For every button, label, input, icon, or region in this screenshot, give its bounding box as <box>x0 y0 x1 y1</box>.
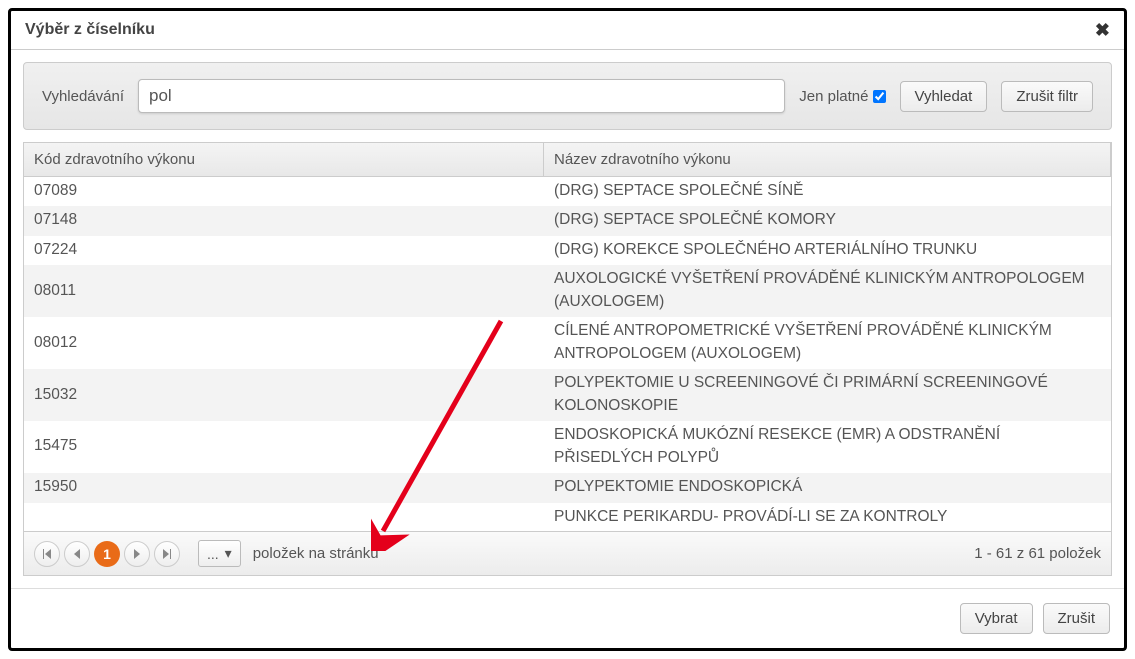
filter-panel: Vyhledávání Jen platné Vyhledat Zrušit f… <box>23 62 1112 130</box>
cell-name: AUXOLOGICKÉ VYŠETŘENÍ PROVÁDĚNÉ KLINICKÝ… <box>544 265 1111 316</box>
table-row[interactable]: 08011AUXOLOGICKÉ VYŠETŘENÍ PROVÁDĚNÉ KLI… <box>24 265 1111 317</box>
grid-body[interactable]: 07089(DRG) SEPTACE SPOLEČNÉ SÍNĚ07148(DR… <box>24 177 1111 531</box>
search-label: Vyhledávání <box>42 88 124 105</box>
table-row[interactable]: 07089(DRG) SEPTACE SPOLEČNÉ SÍNĚ <box>24 177 1111 206</box>
cell-code: 07148 <box>24 206 544 234</box>
pager-prev-icon[interactable] <box>64 541 90 567</box>
cell-code: 15475 <box>24 421 544 472</box>
cell-code <box>24 503 544 531</box>
dialog-footer: Vybrat Zrušit <box>11 588 1124 648</box>
results-grid: Kód zdravotního výkonu Název zdravotního… <box>23 142 1112 576</box>
chevron-down-icon: ▾ <box>225 545 232 562</box>
search-button[interactable]: Vyhledat <box>900 81 988 112</box>
valid-only-text: Jen platné <box>799 88 868 105</box>
dialog-body: Vyhledávání Jen platné Vyhledat Zrušit f… <box>11 50 1124 588</box>
table-row[interactable]: 08012CÍLENÉ ANTROPOMETRICKÉ VYŠETŘENÍ PR… <box>24 317 1111 369</box>
column-header-name[interactable]: Název zdravotního výkonu <box>544 143 1111 176</box>
cell-code: 08012 <box>24 317 544 368</box>
cell-code: 07224 <box>24 236 544 264</box>
cell-name: POLYPEKTOMIE ENDOSKOPICKÁ <box>544 473 1111 501</box>
pager-last-icon[interactable] <box>154 541 180 567</box>
table-row[interactable]: 07148(DRG) SEPTACE SPOLEČNÉ KOMORY <box>24 206 1111 235</box>
table-row[interactable]: PUNKCE PERIKARDU- PROVÁDÍ-LI SE ZA KONTR… <box>24 503 1111 531</box>
dialog-title: Výběr z číselníku <box>25 21 155 39</box>
cell-name: (DRG) SEPTACE SPOLEČNÉ SÍNĚ <box>544 177 1111 205</box>
table-row[interactable]: 07224(DRG) KOREKCE SPOLEČNÉHO ARTERIÁLNÍ… <box>24 236 1111 265</box>
column-header-code[interactable]: Kód zdravotního výkonu <box>24 143 544 176</box>
page-size-value: ... <box>207 546 219 562</box>
grid-pager: 1 ... ▾ položek na stránku 1 - 61 z 61 p… <box>24 531 1111 575</box>
pager-next-icon[interactable] <box>124 541 150 567</box>
cell-name: (DRG) KOREKCE SPOLEČNÉHO ARTERIÁLNÍHO TR… <box>544 236 1111 264</box>
cell-name: ENDOSKOPICKÁ MUKÓZNÍ RESEKCE (EMR) A ODS… <box>544 421 1111 472</box>
select-button[interactable]: Vybrat <box>960 603 1033 634</box>
cell-code: 15950 <box>24 473 544 501</box>
cancel-button[interactable]: Zrušit <box>1043 603 1111 634</box>
cell-name: CÍLENÉ ANTROPOMETRICKÉ VYŠETŘENÍ PROVÁDĚ… <box>544 317 1111 368</box>
cell-name: (DRG) SEPTACE SPOLEČNÉ KOMORY <box>544 206 1111 234</box>
search-input[interactable] <box>138 79 785 113</box>
clear-filter-button[interactable]: Zrušit filtr <box>1001 81 1093 112</box>
table-row[interactable]: 15950POLYPEKTOMIE ENDOSKOPICKÁ <box>24 473 1111 502</box>
cell-name: POLYPEKTOMIE U SCREENINGOVÉ ČI PRIMÁRNÍ … <box>544 369 1111 420</box>
close-icon[interactable]: ✖ <box>1095 21 1110 39</box>
cell-code: 08011 <box>24 265 544 316</box>
pager-items-label: položek na stránku <box>253 545 379 562</box>
pager-first-icon[interactable] <box>34 541 60 567</box>
cell-code: 15032 <box>24 369 544 420</box>
valid-only-checkbox[interactable] <box>873 90 886 103</box>
cell-name: PUNKCE PERIKARDU- PROVÁDÍ-LI SE ZA KONTR… <box>544 503 1111 531</box>
codebook-dialog: Výběr z číselníku ✖ Vyhledávání Jen plat… <box>8 8 1127 651</box>
valid-only-label: Jen platné <box>799 88 885 105</box>
page-size-dropdown[interactable]: ... ▾ <box>198 540 241 567</box>
dialog-header: Výběr z číselníku ✖ <box>11 11 1124 50</box>
grid-header: Kód zdravotního výkonu Název zdravotního… <box>24 143 1111 177</box>
cell-code: 07089 <box>24 177 544 205</box>
pager-info: 1 - 61 z 61 položek <box>974 545 1101 562</box>
table-row[interactable]: 15032POLYPEKTOMIE U SCREENINGOVÉ ČI PRIM… <box>24 369 1111 421</box>
pager-current-page[interactable]: 1 <box>94 541 120 567</box>
table-row[interactable]: 15475ENDOSKOPICKÁ MUKÓZNÍ RESEKCE (EMR) … <box>24 421 1111 473</box>
